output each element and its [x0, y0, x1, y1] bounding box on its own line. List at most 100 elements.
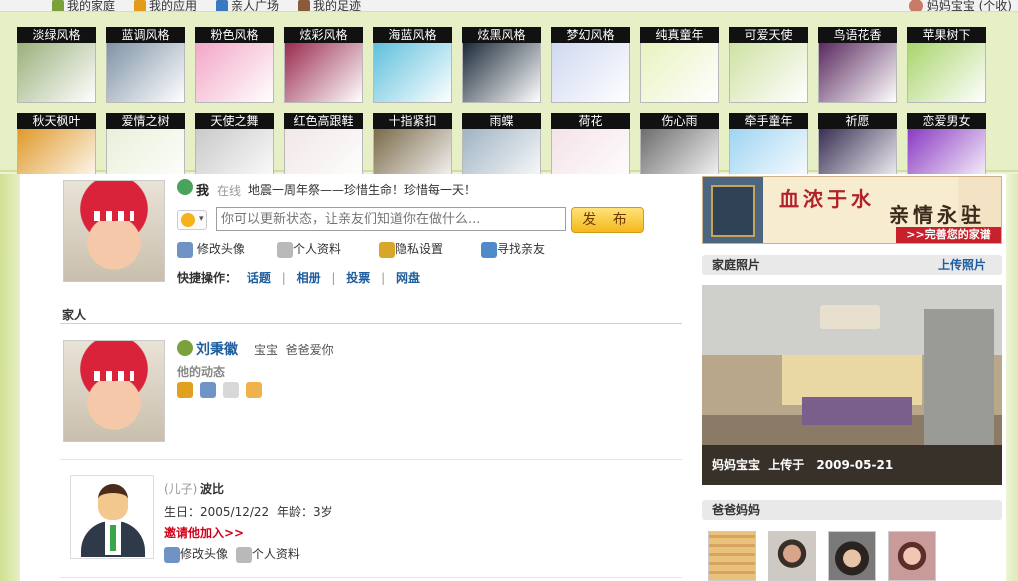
parent-thumb-4[interactable] — [888, 531, 936, 581]
skin-label: 爱情之树 — [106, 113, 185, 129]
parent-thumb-2[interactable] — [768, 531, 816, 581]
child-actions: 修改头像 个人资料 — [164, 545, 300, 563]
person-head-icon — [98, 484, 128, 520]
square-icon — [216, 0, 228, 11]
edit-avatar-link[interactable]: 修改头像 — [177, 240, 277, 258]
chat-icon[interactable] — [200, 382, 216, 398]
divider — [60, 577, 682, 578]
status-input[interactable] — [216, 207, 566, 231]
skin-preview-image — [818, 43, 897, 103]
child-avatar[interactable] — [70, 475, 154, 559]
upload-photo-link[interactable]: 上传照片 — [938, 255, 986, 275]
left-background-strip — [0, 174, 20, 581]
skin-option[interactable]: 蓝调风格 — [106, 27, 185, 103]
sidebar: 血浓于水 亲情永驻 >>完善您的家谱 家庭照片 上传照片 妈妈宝宝 上传于 20… — [692, 174, 1006, 581]
skin-option[interactable]: 纯真童年 — [640, 27, 719, 103]
person-icon — [164, 546, 180, 563]
apps-icon — [134, 0, 146, 11]
find-relatives-link[interactable]: 寻找亲友 — [481, 240, 581, 258]
banner-title: 血浓于水 — [779, 187, 875, 211]
quick-link-netdisk[interactable]: 网盘 — [396, 271, 420, 285]
smiley-icon — [181, 213, 195, 227]
online-status: 在线 — [217, 184, 242, 198]
member-avatar-photo[interactable] — [63, 340, 165, 442]
skin-option[interactable]: 海蓝风格 — [373, 27, 452, 103]
complete-family-tree-link[interactable]: >>完善您的家谱 — [896, 227, 1001, 243]
skin-label: 鸟语花香 — [818, 27, 897, 43]
profile-info-link[interactable]: 个人资料 — [277, 240, 379, 258]
child-info: 生日：2005/12/22 年龄：3岁 — [164, 505, 333, 519]
skin-option[interactable]: 可爱天使 — [729, 27, 808, 103]
my-name: 我 — [196, 184, 210, 199]
parents-title: 爸爸妈妈 — [712, 503, 761, 517]
bed — [802, 397, 912, 425]
skin-preview-image — [106, 43, 185, 103]
nav-label: 亲人广场 — [231, 0, 280, 12]
main-content: 我 在线 地震一周年祭——珍惜生命！珍惜每一天！ ▾ 发 布 修改头像 个人资料… — [20, 174, 692, 581]
nav-item-my-apps[interactable]: 我的应用 — [134, 0, 197, 11]
skin-option[interactable]: 炫彩风格 — [284, 27, 363, 103]
skin-option[interactable]: 梦幻风格 — [551, 27, 630, 103]
profile-actions: 修改头像 个人资料 隐私设置 寻找亲友 — [177, 240, 581, 258]
avatar — [908, 0, 923, 11]
card-icon[interactable] — [246, 382, 262, 398]
member-name[interactable]: 刘秉徽 — [196, 339, 238, 359]
lock-icon — [379, 241, 395, 258]
skin-label: 秋天枫叶 — [17, 113, 96, 129]
quick-link-vote[interactable]: 投票 — [346, 271, 370, 285]
top-nav-bar: 我的家庭 我的应用 亲人广场 我的足迹 妈妈宝宝 (个收) — [0, 0, 1018, 12]
skin-preview-image — [373, 43, 452, 103]
skin-label: 纯真童年 — [640, 27, 719, 43]
skin-label: 红色高跟鞋 — [284, 113, 363, 129]
nav-item-my-family[interactable]: 我的家庭 — [52, 0, 115, 11]
quick-link-album[interactable]: 相册 — [297, 271, 321, 285]
ceiling-light — [820, 305, 880, 329]
invite-link[interactable]: 邀请他加入>> — [164, 524, 244, 541]
skin-preview-image — [640, 43, 719, 103]
skin-preview-image — [17, 43, 96, 103]
skin-label: 粉色风格 — [195, 27, 274, 43]
skin-option[interactable]: 鸟语花香 — [818, 27, 897, 103]
emoji-picker-button[interactable]: ▾ — [177, 210, 207, 230]
skin-option[interactable]: 粉色风格 — [195, 27, 274, 103]
my-avatar-photo[interactable] — [63, 180, 165, 282]
member-tags: 宝宝 爸爸爱你 — [254, 343, 334, 357]
skin-preview-image — [462, 43, 541, 103]
banner-subtitle: 亲情永驻 — [889, 203, 985, 227]
chevron-down-icon: ▾ — [199, 214, 204, 224]
book-icon — [711, 185, 755, 237]
nav-item-family-square[interactable]: 亲人广场 — [216, 0, 280, 12]
child-age: 3岁 — [313, 505, 333, 519]
divider — [60, 323, 682, 324]
member-activity-link[interactable]: 他的动态 — [177, 363, 225, 380]
footprint-icon — [298, 0, 310, 11]
family-tree-banner[interactable]: 血浓于水 亲情永驻 >>完善您的家谱 — [702, 176, 1002, 244]
mail-icon[interactable] — [223, 382, 239, 398]
skin-label: 蓝调风格 — [106, 27, 185, 43]
photo-date: 2009-05-21 — [816, 458, 894, 472]
user-menu[interactable]: 妈妈宝宝 (个收) — [908, 0, 1012, 11]
parent-thumb-1[interactable] — [708, 531, 756, 581]
child-relation: (儿子) — [164, 482, 198, 496]
child-profile-link[interactable]: 个人资料 — [235, 546, 300, 563]
child-edit-avatar-link[interactable]: 修改头像 — [164, 546, 228, 563]
nav-item-my-footprint[interactable]: 我的足迹 — [298, 0, 361, 11]
skin-option[interactable]: 苹果树下 — [907, 27, 986, 103]
skin-preview-image — [551, 43, 630, 103]
family-section-title: 家人 — [62, 308, 87, 322]
parent-thumb-3[interactable] — [828, 531, 876, 581]
family-photo[interactable]: 妈妈宝宝 上传于 2009-05-21 — [702, 285, 1002, 485]
skin-preview-image — [195, 43, 274, 103]
privacy-settings-link[interactable]: 隐私设置 — [379, 240, 481, 258]
home-icon — [52, 0, 64, 11]
skin-label: 伤心雨 — [640, 113, 719, 129]
gift-icon[interactable] — [177, 382, 193, 398]
user-icon — [177, 340, 193, 356]
wardrobe — [924, 309, 994, 445]
quick-link-topic[interactable]: 话题 — [247, 271, 271, 285]
publish-button[interactable]: 发 布 — [571, 207, 644, 233]
parents-header: 爸爸妈妈 — [702, 500, 1002, 520]
skin-option[interactable]: 炫黑风格 — [462, 27, 541, 103]
skin-option[interactable]: 淡绿风格 — [17, 27, 96, 103]
person-icon — [177, 241, 193, 258]
